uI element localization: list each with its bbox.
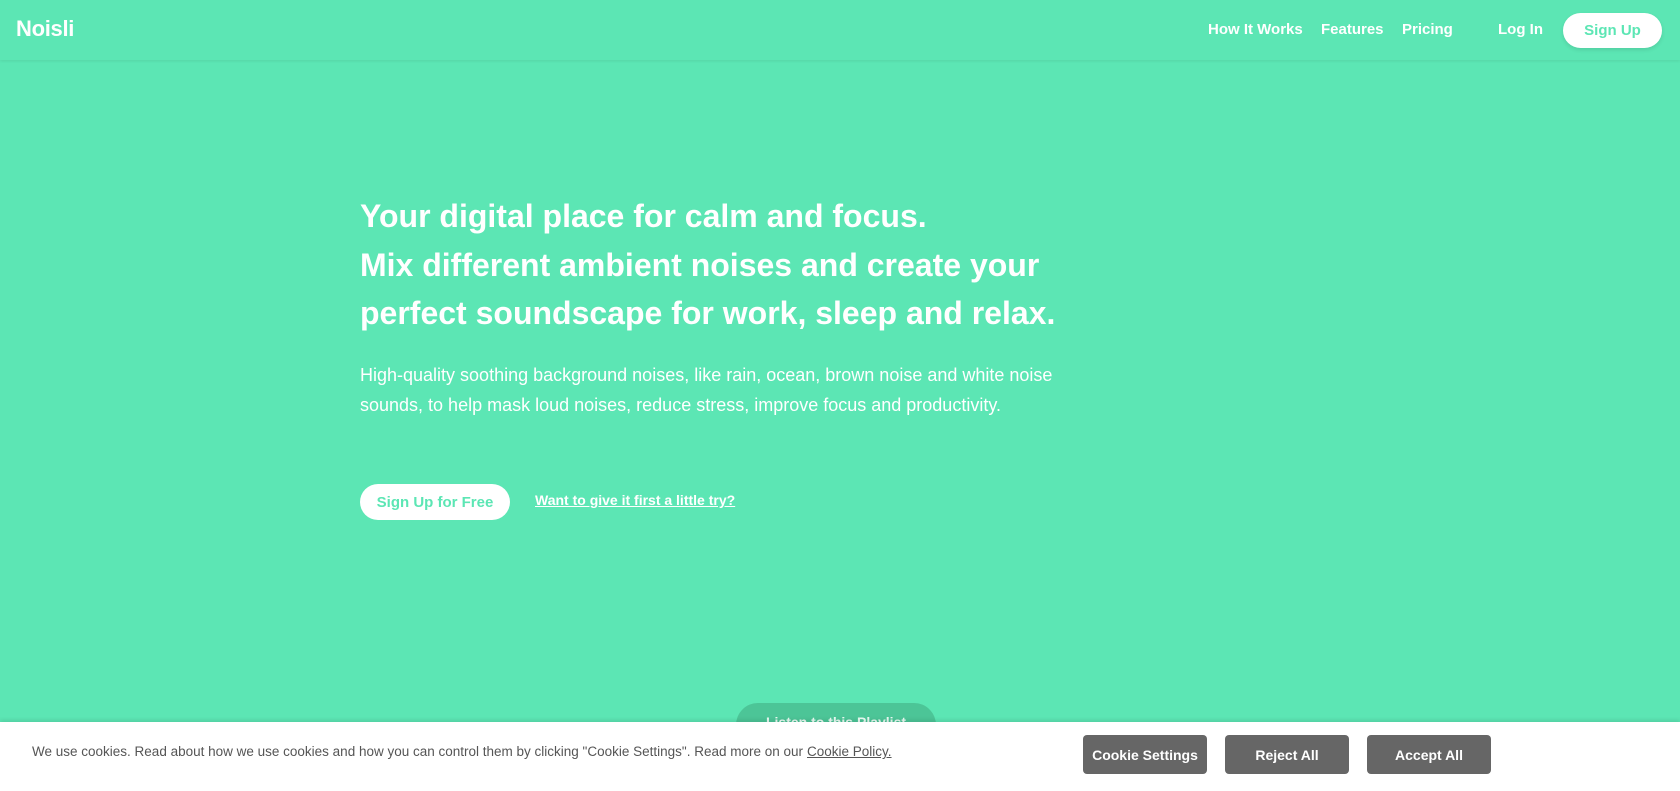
nav-how-it-works[interactable]: How It Works [1208, 21, 1303, 38]
headline-line: Your digital place for calm and focus. [360, 198, 927, 234]
headline: Your digital place for calm and focus. M… [360, 192, 1120, 338]
cookie-settings-button[interactable]: Cookie Settings [1083, 735, 1207, 774]
login-link[interactable]: Log In [1498, 21, 1543, 38]
cookie-banner: We use cookies. Read about how we use co… [0, 722, 1680, 791]
headline-line: perfect soundscape for work, sleep and r… [360, 295, 1056, 331]
hero-description: High-quality soothing background noises,… [360, 364, 1053, 415]
reject-all-button[interactable]: Reject All [1225, 735, 1349, 774]
logo[interactable]: Noisli [16, 16, 74, 42]
cookie-message: We use cookies. Read about how we use co… [32, 744, 804, 759]
cookie-text: We use cookies. Read about how we use co… [32, 744, 892, 759]
nav-pricing[interactable]: Pricing [1402, 21, 1453, 38]
top-nav: Noisli How It Works Features Pricing Log… [0, 0, 1680, 60]
accept-all-button[interactable]: Accept All [1367, 735, 1491, 774]
nav-features[interactable]: Features [1321, 21, 1384, 38]
try-link[interactable]: Want to give it first a little try? [535, 492, 735, 508]
headline-line: Mix different ambient noises and create … [360, 246, 1040, 283]
signup-button[interactable]: Sign Up [1563, 13, 1662, 48]
cookie-policy-link[interactable]: Cookie Policy. [807, 744, 892, 759]
signup-free-button[interactable]: Sign Up for Free [360, 484, 510, 520]
hero: Your digital place for calm and focus. M… [360, 192, 1120, 420]
